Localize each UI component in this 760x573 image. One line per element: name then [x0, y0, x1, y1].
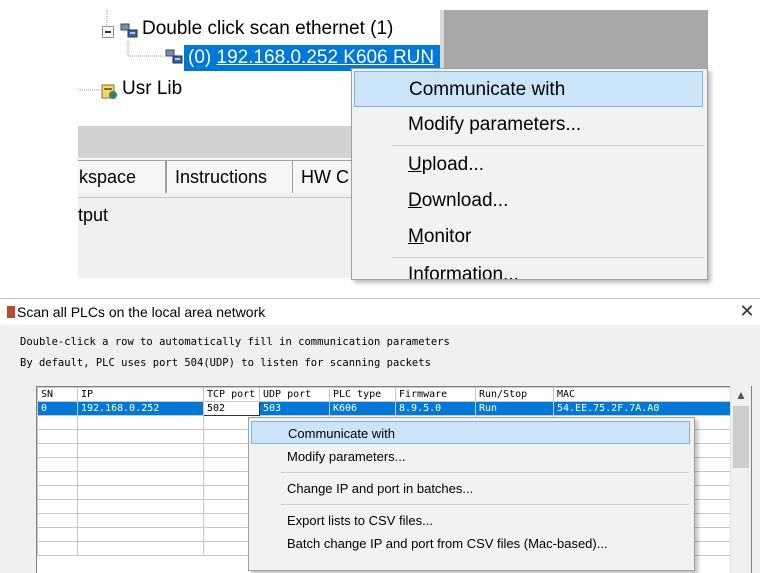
- col-header-sn[interactable]: SN: [37, 387, 78, 402]
- hint-line-1: Double-click a row to automatically fill…: [20, 336, 450, 348]
- tab-workspace[interactable]: kspace: [78, 160, 166, 193]
- col-header-firmware[interactable]: Firmware: [395, 387, 476, 402]
- scroll-up-arrow-icon[interactable]: ▲: [731, 386, 751, 404]
- menu-item-communicate-with[interactable]: Communicate with: [354, 71, 703, 107]
- cell-tcp-port-editor[interactable]: 502: [203, 401, 260, 416]
- col-header-mac[interactable]: MAC: [553, 387, 732, 402]
- scan-ethernet-node[interactable]: Double click scan ethernet (1): [142, 18, 393, 40]
- tree-context-menu: Communicate with Modify parameters... Up…: [351, 68, 708, 280]
- network-plc-icon: [120, 23, 138, 38]
- dialog-title: Scan all PLCs on the local area network: [17, 304, 266, 320]
- dialog-titlebar[interactable]: Scan all PLCs on the local area network …: [0, 299, 760, 325]
- grid-context-menu: Communicate with Modify parameters... Ch…: [248, 417, 695, 571]
- table-header-row: SN IP TCP port UDP port PLC type Firmwar…: [37, 387, 732, 402]
- menu-item-information[interactable]: Information...: [354, 257, 703, 279]
- menu-separator: [392, 145, 704, 146]
- app-icon: [7, 306, 15, 318]
- menu-item-change-ip-port-batch[interactable]: Change IP and port in batches...: [251, 477, 690, 500]
- cell-udp-port: 503: [259, 401, 330, 416]
- cell-mac: 54.EE.75.2F.7A.A0: [553, 401, 732, 416]
- grid-vertical-scrollbar[interactable]: ▲: [730, 386, 751, 573]
- menu-item-download[interactable]: Download...: [354, 183, 703, 219]
- menu-separator: [281, 504, 689, 505]
- col-header-ip[interactable]: IP: [77, 387, 204, 402]
- close-icon[interactable]: ✕: [736, 300, 758, 322]
- menu-item-monitor[interactable]: Monitor: [354, 219, 703, 255]
- menu-item-upload[interactable]: Upload...: [354, 147, 703, 183]
- tab-instructions[interactable]: Instructions: [166, 160, 294, 193]
- menu-item-batch-change-from-csv[interactable]: Batch change IP and port from CSV files …: [251, 532, 690, 555]
- cell-plc-type: K606: [329, 401, 396, 416]
- table-row[interactable]: 0 192.168.0.252 502 503 K606 8.9.5.0 Run…: [37, 401, 732, 416]
- usr-lib-node[interactable]: Usr Lib: [122, 78, 182, 100]
- plc-device-address: 192.168.0.252 K606 RUN: [216, 47, 435, 68]
- cell-sn: 0: [37, 401, 78, 416]
- plc-device-icon: [165, 49, 183, 64]
- output-label: tput: [78, 205, 109, 225]
- menu-item-export-csv[interactable]: Export lists to CSV files...: [251, 509, 690, 532]
- cell-run-stop: Run: [475, 401, 554, 416]
- menu-item-communicate-with[interactable]: Communicate with: [251, 421, 690, 444]
- col-header-tcp-port[interactable]: TCP port: [203, 387, 260, 402]
- tab-hw-config[interactable]: HW C: [292, 160, 360, 193]
- menu-item-modify-parameters[interactable]: Modify parameters...: [354, 107, 703, 143]
- menu-item-modify-parameters[interactable]: Modify parameters...: [251, 445, 690, 468]
- col-header-plc-type[interactable]: PLC type: [329, 387, 396, 402]
- collapse-toggle-icon[interactable]: [102, 26, 114, 38]
- menu-separator: [281, 472, 689, 473]
- cell-firmware: 8.9.5.0: [395, 401, 476, 416]
- cell-ip: 192.168.0.252: [77, 401, 204, 416]
- scroll-thumb[interactable]: [733, 406, 749, 468]
- hint-line-2: By default, PLC uses port 504(UDP) to li…: [20, 357, 431, 369]
- user-library-icon: [101, 84, 117, 99]
- col-header-udp-port[interactable]: UDP port: [259, 387, 330, 402]
- col-header-run-stop[interactable]: Run/Stop: [475, 387, 554, 402]
